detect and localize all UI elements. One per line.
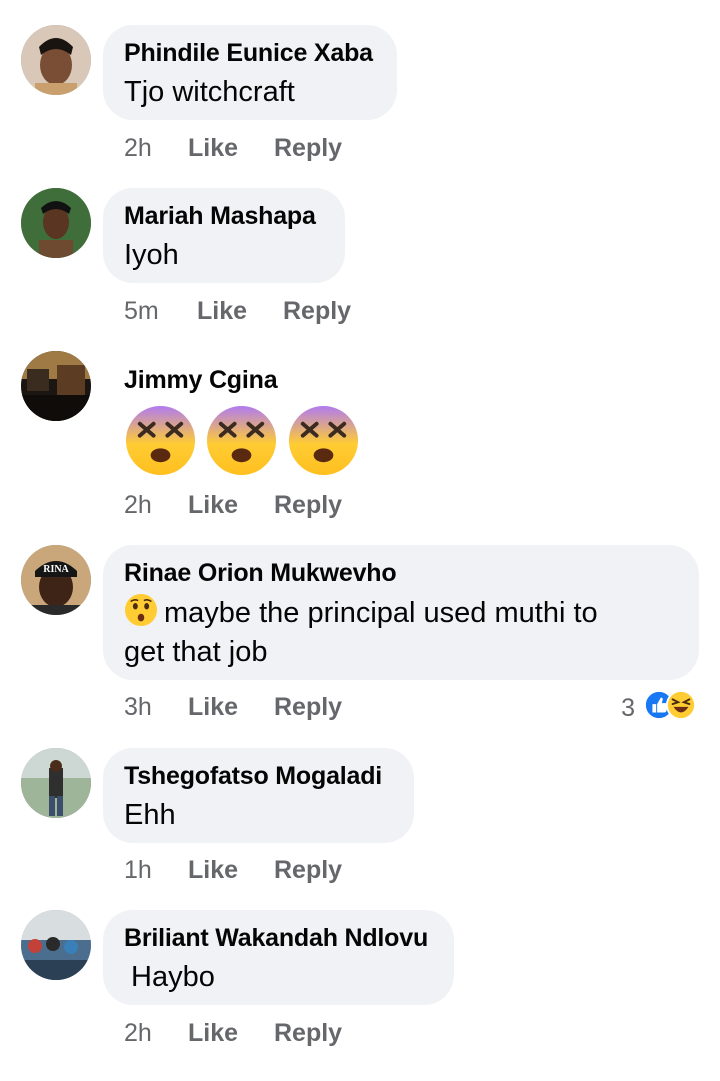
reaction-summary[interactable]: 3 — [621, 690, 696, 724]
commenter-name[interactable]: Tshegofatso Mogaladi — [124, 762, 393, 790]
avatar[interactable]: RINA — [21, 545, 91, 615]
like-button[interactable]: Like — [188, 134, 238, 163]
commenter-name[interactable]: Briliant Wakandah Ndlovu — [124, 924, 433, 952]
reply-button[interactable]: Reply — [274, 491, 342, 520]
like-button[interactable]: Like — [188, 1019, 238, 1048]
reply-button[interactable]: Reply — [274, 693, 342, 722]
avatar[interactable] — [21, 748, 91, 818]
dizzy-face-icon — [125, 405, 196, 476]
comment-bubble: Tshegofatso Mogaladi Ehh — [103, 748, 414, 843]
avatar[interactable] — [21, 188, 91, 258]
timestamp[interactable]: 2h — [124, 134, 152, 163]
haha-reaction-icon — [666, 690, 696, 720]
avatar[interactable] — [21, 25, 91, 95]
reply-button[interactable]: Reply — [283, 297, 351, 326]
avatar[interactable] — [21, 351, 91, 421]
comment-bubble: Rinae Orion Mukwevho maybe the principal… — [103, 545, 699, 680]
comment-text-line2: get that job — [124, 636, 268, 668]
comment-text: Ehh — [124, 799, 176, 831]
timestamp[interactable]: 1h — [124, 856, 152, 885]
comment-text: Tjo witchcraft — [124, 76, 295, 108]
reaction-count: 3 — [621, 694, 636, 722]
timestamp[interactable]: 3h — [124, 693, 152, 722]
emoji-reply — [124, 404, 364, 482]
timestamp[interactable]: 2h — [124, 491, 152, 520]
commenter-name[interactable]: Mariah Mashapa — [124, 202, 324, 230]
like-button[interactable]: Like — [188, 491, 238, 520]
comment-text: Haybo — [131, 961, 215, 993]
like-button[interactable]: Like — [197, 297, 247, 326]
dizzy-face-icon — [288, 405, 358, 476]
comment-bubble: Briliant Wakandah Ndlovu Haybo — [103, 910, 454, 1005]
like-button[interactable]: Like — [188, 856, 238, 885]
commenter-name[interactable]: Rinae Orion Mukwevho — [124, 559, 678, 587]
comment-text: maybe the principal used muthi to get th… — [124, 593, 678, 672]
like-button[interactable]: Like — [188, 693, 238, 722]
hushed-face-icon — [124, 593, 158, 627]
comment-text-line1: maybe the principal used muthi to — [164, 597, 598, 629]
comment-bubble: Mariah Mashapa Iyoh — [103, 188, 345, 283]
commenter-name[interactable]: Jimmy Cgina — [124, 366, 278, 394]
reply-button[interactable]: Reply — [274, 134, 342, 163]
commenter-name[interactable]: Phindile Eunice Xaba — [124, 39, 376, 67]
dizzy-face-icon — [207, 405, 277, 476]
timestamp[interactable]: 2h — [124, 1019, 152, 1048]
reply-button[interactable]: Reply — [274, 856, 342, 885]
avatar-cap-text: RINA — [43, 564, 69, 575]
avatar[interactable] — [21, 910, 91, 980]
comment-bubble: Phindile Eunice Xaba Tjo witchcraft — [103, 25, 397, 120]
timestamp[interactable]: 5m — [124, 297, 159, 326]
comment-text: Iyoh — [124, 239, 179, 271]
reply-button[interactable]: Reply — [274, 1019, 342, 1048]
